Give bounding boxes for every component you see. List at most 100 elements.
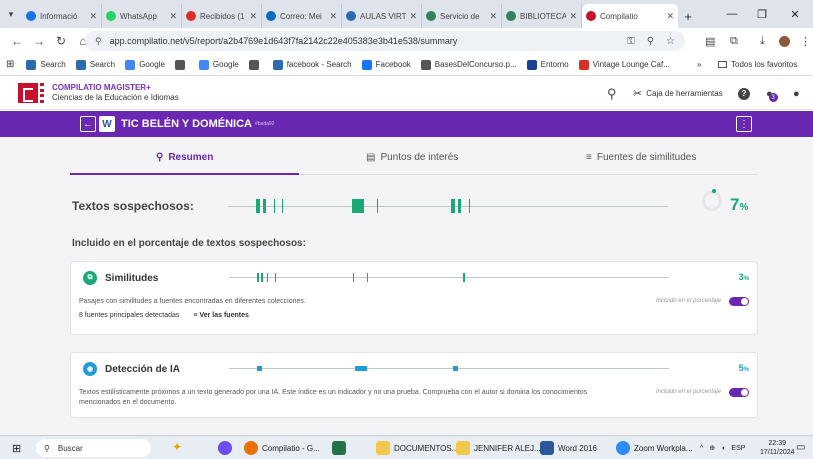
bookmark-item[interactable]: facebook - Search [272,59,352,70]
network-icon[interactable]: ⊕ [709,444,715,452]
close-tab-icon[interactable]: ✕ [89,11,97,22]
bookmark-item[interactable] [174,59,189,70]
browser-tab[interactable]: Informació ✕ [22,4,102,28]
notification-center-icon[interactable]: ▭ [796,442,805,453]
tab-fuentes[interactable]: ≡ Fuentes de similitudes [586,152,696,163]
taskbar-app-compilatio[interactable]: Compilatio - G... [240,438,324,458]
windows-start-icon[interactable]: ⊞ [12,442,21,455]
tab-resumen[interactable]: ⚲ Resumen [156,152,213,163]
ai-marker[interactable] [355,366,367,371]
similarities-toggle[interactable] [729,297,749,306]
close-tab-icon[interactable]: ✕ [489,11,497,22]
reload-icon[interactable]: ↻ [50,30,72,52]
browser-tab[interactable]: Servicio de ✕ [422,4,502,28]
browser-tab[interactable]: Correo: Mei ✕ [262,4,342,28]
browser-tab[interactable]: BIBLIOTECA ✕ [502,4,582,28]
similarity-marker[interactable] [261,273,263,282]
notifications-button[interactable]: ● 3 [766,77,782,110]
ai-marker[interactable] [453,366,458,371]
similarity-marker[interactable] [275,273,276,282]
bookmark-item[interactable]: Facebook [361,59,411,70]
suspicious-marker[interactable] [263,199,266,213]
minimize-icon[interactable]: — [717,0,747,28]
maximize-icon[interactable]: ❐ [747,0,777,28]
password-key-icon[interactable]: ⚿ [627,36,635,47]
close-tab-icon[interactable]: ✕ [666,11,674,22]
taskbar-app-zoom[interactable]: Zoom Workpla... [612,438,697,458]
url-field[interactable]: ⚲ app.compilatio.net/v5/report/a2b4769e1… [85,31,685,51]
taskbar-app-jennifer[interactable]: JENNIFER ALEJ... [452,438,545,458]
similarity-marker[interactable] [267,273,268,282]
help-icon[interactable]: ? [738,77,750,110]
suspicious-marker[interactable] [377,199,378,213]
bookmark-item[interactable]: BasesDelConcurso.p... [420,59,517,70]
clock[interactable]: 22:39 17/11/2024 [760,439,795,457]
copilot-icon[interactable] [218,441,232,455]
bookmark-item[interactable]: Search [75,59,115,70]
ai-marker[interactable] [257,366,262,371]
bookmark-item[interactable] [248,59,263,70]
similarity-marker[interactable] [353,273,354,282]
taskbar-app-word[interactable]: Word 2016 [536,438,601,458]
browser-tab[interactable]: Recibidos (1 ✕ [182,4,262,28]
bookmark-item[interactable]: Google [198,59,239,70]
sparkle-icon[interactable]: ✦ [172,440,182,454]
user-icon[interactable]: ● [793,77,800,110]
close-tab-icon[interactable]: ✕ [169,11,177,22]
browser-tab[interactable]: WhatsApp ✕ [102,4,182,28]
view-sources-link[interactable]: ≡ Ver las fuentes [193,312,248,319]
volume-icon[interactable]: ◖ [721,445,725,452]
bookmark-item[interactable]: Entorno [526,59,569,70]
ai-detection-toggle[interactable] [729,388,749,397]
similarity-marker[interactable] [463,273,465,282]
similarity-marker[interactable] [257,273,259,282]
forward-icon[interactable]: → [28,30,50,52]
suspicious-marker[interactable] [256,199,260,213]
taskbar-app-excel[interactable] [328,438,350,458]
back-icon[interactable]: ← [6,30,28,52]
suspicious-marker[interactable] [274,199,275,213]
suspicious-marker[interactable] [282,199,283,213]
bookmark-star-icon[interactable]: ☆ [666,36,675,47]
close-tab-icon[interactable]: ✕ [409,11,417,22]
taskbar-app-documentos[interactable]: DOCUMENTOS... [372,438,462,458]
document-menu-button[interactable]: ⋮ [736,116,752,132]
suspicious-marker[interactable] [458,199,461,213]
bookmark-item[interactable]: Google [125,59,165,70]
tab-puntos-de-interes[interactable]: ▤ Puntos de interés [366,152,458,163]
compilatio-logo[interactable] [18,83,38,103]
suspicious-marker[interactable] [451,199,455,213]
close-tab-icon[interactable]: ✕ [249,11,257,22]
language-indicator[interactable]: ESP [731,445,745,452]
taskbar-search[interactable]: ⚲ Buscar [36,439,151,457]
suspicious-marker[interactable] [469,199,470,213]
back-button[interactable]: ← [80,116,96,132]
tab-search-icon[interactable]: ▾ [0,0,22,28]
tab-favicon-icon [106,11,116,21]
browser-tab[interactable]: Compilatio ✕ [582,4,678,28]
bookmark-item[interactable]: Vintage Lounge Caf... [578,59,670,70]
close-tab-icon[interactable]: ✕ [569,11,577,22]
similarity-marker[interactable] [367,273,368,282]
new-tab-button[interactable]: + [678,4,698,28]
site-info-icon[interactable]: ⚲ [95,36,102,47]
extensions-icon[interactable]: ⧉ [730,28,738,54]
close-tab-icon[interactable]: ✕ [329,11,337,22]
all-bookmarks-folder[interactable]: Todos los favoritos [718,60,797,69]
bookmark-item[interactable]: Search [26,59,66,70]
profile-avatar[interactable] [778,28,790,54]
close-window-icon[interactable]: ✕ [780,0,810,28]
bookmarks-more[interactable]: » [697,60,701,69]
tray-chevron-icon[interactable]: ^ [700,445,703,452]
notification-badge: 3 [768,93,778,102]
search-icon[interactable]: ⚲ [607,77,617,110]
toolbox-button[interactable]: ✂ Caja de herramientas [633,77,723,110]
download-icon[interactable]: ⤓ [760,28,765,54]
suspicious-gauge-fill [712,189,716,193]
apps-grid-icon[interactable]: ⊞ [6,59,14,70]
browser-menu-icon[interactable]: ⋮ [800,28,811,54]
suspicious-marker[interactable] [352,199,364,213]
browser-tab[interactable]: AULAS VIRT ✕ [342,4,422,28]
zoom-icon[interactable]: ⚲ [647,36,654,47]
reading-list-icon[interactable]: ▤ [705,28,715,54]
